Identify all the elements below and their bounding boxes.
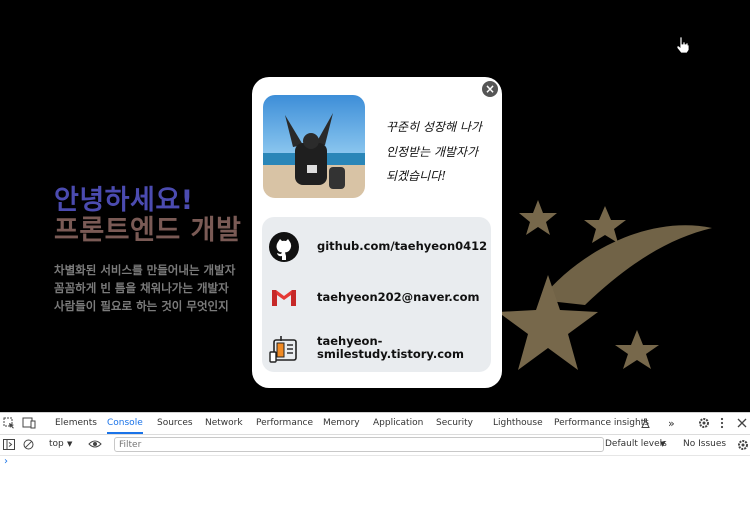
console-settings-gear-icon[interactable] bbox=[737, 439, 749, 451]
blog-icon bbox=[269, 336, 297, 363]
tab-network[interactable]: Network bbox=[205, 413, 243, 434]
devtools-panel: Elements Console Sources Network Perform… bbox=[0, 412, 750, 516]
email-link[interactable]: taehyeon202@naver.com bbox=[268, 281, 490, 315]
gmail-icon bbox=[272, 290, 296, 306]
sidebar-toggle-icon[interactable] bbox=[3, 439, 15, 450]
live-expression-eye-icon[interactable] bbox=[88, 439, 102, 449]
page-viewport: 안녕하세요! 프론트엔드 개발 차별화된 서비스를 만들어내는 개발자 꼼꼼하게… bbox=[0, 0, 750, 412]
settings-gear-icon[interactable] bbox=[698, 417, 710, 429]
hand-cursor-icon bbox=[676, 36, 690, 54]
tab-sources[interactable]: Sources bbox=[157, 413, 193, 434]
tab-elements[interactable]: Elements bbox=[55, 413, 97, 434]
tab-performance-insights[interactable]: Performance insights bbox=[554, 413, 649, 434]
chevron-down-icon: ▼ bbox=[660, 440, 666, 448]
tab-lighthouse[interactable]: Lighthouse bbox=[493, 413, 543, 434]
inspect-element-icon[interactable] bbox=[3, 417, 15, 429]
tab-performance[interactable]: Performance bbox=[256, 413, 313, 434]
devtools-tab-bar: Elements Console Sources Network Perform… bbox=[0, 413, 750, 435]
motto-line: 꾸준히 성장해 나가 bbox=[386, 120, 482, 134]
tab-console[interactable]: Console bbox=[107, 413, 143, 434]
close-button[interactable]: × bbox=[482, 81, 498, 97]
tab-security[interactable]: Security bbox=[436, 413, 473, 434]
clear-console-icon[interactable] bbox=[23, 439, 34, 450]
more-options-icon[interactable] bbox=[720, 417, 724, 429]
console-toolbar: top ▼ Default levels ▼ No Issues bbox=[0, 435, 750, 456]
console-prompt[interactable]: › bbox=[4, 456, 8, 467]
motto-line: 되겠습니다! bbox=[386, 169, 447, 183]
github-link[interactable]: github.com/taehyeon0412 bbox=[268, 231, 490, 265]
email-address: taehyeon202@naver.com bbox=[317, 290, 480, 304]
blog-url-line: smilestudy.tistory.com bbox=[317, 347, 464, 361]
chevron-down-icon: ▼ bbox=[67, 440, 73, 448]
flask-icon bbox=[641, 418, 650, 428]
close-devtools-icon[interactable] bbox=[737, 418, 747, 428]
blog-link[interactable]: taehyeon- smilestudy.tistory.com bbox=[268, 334, 490, 368]
tab-memory[interactable]: Memory bbox=[323, 413, 360, 434]
profile-photo bbox=[263, 95, 365, 198]
device-toolbar-icon[interactable] bbox=[22, 417, 36, 429]
github-icon bbox=[269, 232, 299, 262]
log-levels-dropdown[interactable]: Default levels bbox=[605, 439, 667, 449]
tab-application[interactable]: Application bbox=[373, 413, 423, 434]
context-select[interactable]: top bbox=[49, 439, 64, 449]
more-tabs-button[interactable]: » bbox=[668, 413, 675, 434]
motto-line: 인정받는 개발자가 bbox=[386, 145, 479, 159]
console-filter-input[interactable] bbox=[114, 437, 604, 452]
profile-modal: × 꾸준히 성장해 나가 인정받는 개발자가 되겠습니다! github.com… bbox=[252, 77, 502, 388]
github-url: github.com/taehyeon0412 bbox=[317, 239, 488, 253]
issues-count[interactable]: No Issues bbox=[683, 439, 726, 449]
contact-links: github.com/taehyeon0412 taehyeon202@nave… bbox=[262, 217, 491, 372]
